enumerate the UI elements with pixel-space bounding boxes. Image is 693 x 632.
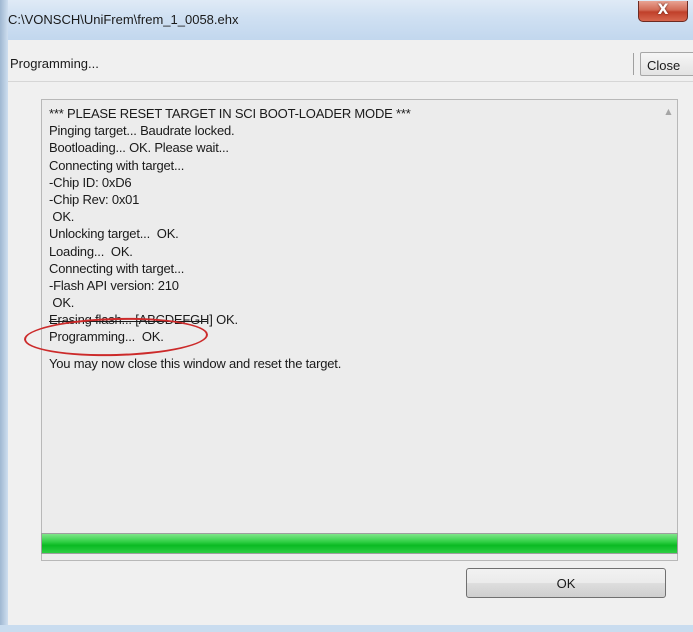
close-icon: X: [657, 2, 669, 18]
close-button[interactable]: Close: [640, 52, 693, 76]
log-line: Bootloading... OK. Please wait...: [49, 140, 229, 156]
toolbar-separator: [633, 53, 634, 75]
log-line: OK.: [49, 295, 75, 311]
status-toolbar: Programming... Close: [8, 49, 693, 79]
log-line: Pinging target... Baudrate locked.: [49, 123, 235, 139]
dialog-window: C:\VONSCH\UniFrem\frem_1_0058.ehx X Prog…: [0, 0, 693, 632]
window-title: C:\VONSCH\UniFrem\frem_1_0058.ehx: [8, 12, 239, 27]
log-line: Connecting with target...: [49, 157, 185, 173]
window-close-button[interactable]: X: [638, 1, 688, 22]
toolbar-divider: [8, 81, 693, 82]
log-line: Connecting with target...: [49, 260, 185, 276]
log-line: -Flash API version: 210: [49, 277, 179, 293]
ok-button[interactable]: OK: [466, 568, 666, 598]
log-line: Unlocking target... OK.: [49, 226, 179, 242]
log-scrollbar[interactable]: ▲ ▼: [660, 100, 677, 560]
log-line: OK.: [49, 209, 75, 225]
scroll-up-icon[interactable]: ▲: [663, 107, 674, 117]
log-line-final: You may now close this window and reset …: [49, 355, 342, 371]
log-line: -Chip ID: 0xD6: [49, 174, 132, 190]
log-line: *** PLEASE RESET TARGET IN SCI BOOT-LOAD…: [49, 106, 411, 121]
title-bar[interactable]: C:\VONSCH\UniFrem\frem_1_0058.ehx X: [0, 0, 693, 40]
log-line: -Chip Rev: 0x01: [49, 191, 140, 207]
window-left-border: [0, 0, 8, 632]
window-bottom-border: [0, 625, 693, 632]
progress-bar: [41, 533, 678, 554]
status-label: Programming...: [10, 56, 99, 71]
log-line: Loading... OK.: [49, 243, 133, 259]
progress-fill: [42, 534, 677, 553]
